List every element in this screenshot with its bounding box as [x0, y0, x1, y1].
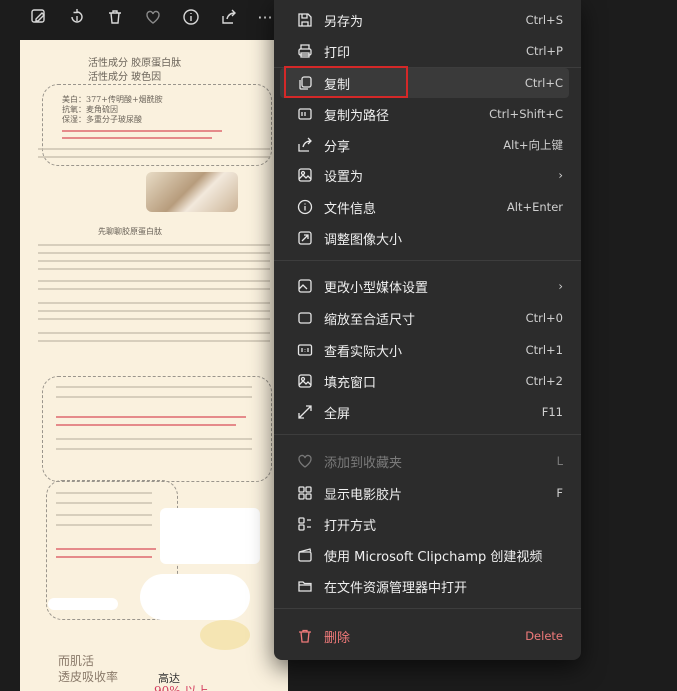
print-icon	[297, 43, 313, 59]
file-info-icon	[297, 199, 313, 215]
menu-item-add-favorite[interactable]: 添加到收藏夹 L	[280, 446, 569, 476]
menu-item-resize[interactable]: 调整图像大小	[280, 223, 569, 253]
menu-item-copy-path[interactable]: 复制为路径 Ctrl+Shift+C	[280, 99, 569, 129]
menu-item-actual-size[interactable]: 查看实际大小 Ctrl+1	[280, 335, 569, 365]
menu-item-file-info[interactable]: 文件信息 Alt+Enter	[280, 192, 569, 222]
fill-icon	[297, 373, 313, 389]
menu-item-fit[interactable]: 缩放至合适尺寸 Ctrl+0	[280, 303, 569, 333]
heart-icon	[297, 453, 313, 469]
menu-item-filmstrip[interactable]: 显示电影胶片 F	[280, 478, 569, 508]
favorite-icon[interactable]	[142, 6, 164, 28]
doc-photo	[146, 172, 238, 212]
menu-item-media-settings[interactable]: 更改小型媒体设置 ›	[280, 271, 569, 301]
info-icon[interactable]	[180, 6, 202, 28]
doc-line: 90% 以上	[154, 684, 209, 691]
open-with-icon	[297, 516, 313, 532]
doc-callout	[140, 574, 250, 620]
menu-item-open-in-explorer[interactable]: 在文件资源管理器中打开	[280, 571, 569, 601]
menu-item-fullscreen[interactable]: 全屏 F11	[280, 397, 569, 427]
highlight-box	[284, 66, 408, 98]
rotate-icon[interactable]	[66, 6, 88, 28]
doc-line: 而肌活	[58, 654, 95, 668]
copy-path-icon	[297, 106, 313, 122]
context-menu: 另存为 Ctrl+S 打印 Ctrl+P 复制 Ctrl+C 复制为路径 Ctr…	[274, 0, 581, 660]
menu-item-clipchamp[interactable]: 使用 Microsoft Clipchamp 创建视频	[280, 540, 569, 570]
doc-line: 活性成分 玻色因	[88, 72, 162, 83]
doc-line: 先聊聊胶原蛋白肽	[98, 227, 162, 236]
resize-icon	[297, 230, 313, 246]
edit-image-icon[interactable]	[28, 6, 50, 28]
delete-icon[interactable]	[104, 6, 126, 28]
menu-item-share[interactable]: 分享 Alt+向上键	[280, 130, 569, 160]
fit-icon	[297, 310, 313, 326]
doc-line: 活性成分 胶原蛋白肽	[88, 58, 182, 69]
menu-item-delete[interactable]: 删除 Delete	[280, 621, 569, 651]
media-settings-icon	[297, 278, 313, 294]
doc-graphic	[160, 508, 260, 564]
clipchamp-icon	[297, 547, 313, 563]
menu-item-fill-window[interactable]: 填充窗口 Ctrl+2	[280, 366, 569, 396]
image-preview: 活性成分 胶原蛋白肽 活性成分 玻色因 美白：377+传明酸+烟酰胺 抗氧：麦角…	[20, 40, 288, 691]
image-toolbar: ···	[0, 0, 280, 34]
chevron-right-icon: ›	[558, 279, 563, 293]
trash-icon	[297, 628, 313, 644]
menu-item-set-as[interactable]: 设置为 ›	[280, 160, 569, 190]
menu-item-print[interactable]: 打印 Ctrl+P	[280, 36, 569, 66]
chevron-right-icon: ›	[558, 168, 563, 182]
doc-line: 透皮吸收率	[58, 670, 119, 684]
actual-size-icon	[297, 342, 313, 358]
filmstrip-icon	[297, 485, 313, 501]
share-icon	[297, 137, 313, 153]
doc-box	[42, 376, 272, 482]
menu-item-open-with[interactable]: 打开方式	[280, 509, 569, 539]
doc-line: 保湿：多重分子玻尿酸	[62, 115, 142, 124]
menu-item-save-as[interactable]: 另存为 Ctrl+S	[280, 5, 569, 35]
share-icon[interactable]	[218, 6, 240, 28]
more-icon[interactable]: ···	[254, 6, 276, 28]
set-as-icon	[297, 167, 313, 183]
fullscreen-icon	[297, 404, 313, 420]
folder-icon	[297, 578, 313, 594]
save-as-icon	[297, 12, 313, 28]
